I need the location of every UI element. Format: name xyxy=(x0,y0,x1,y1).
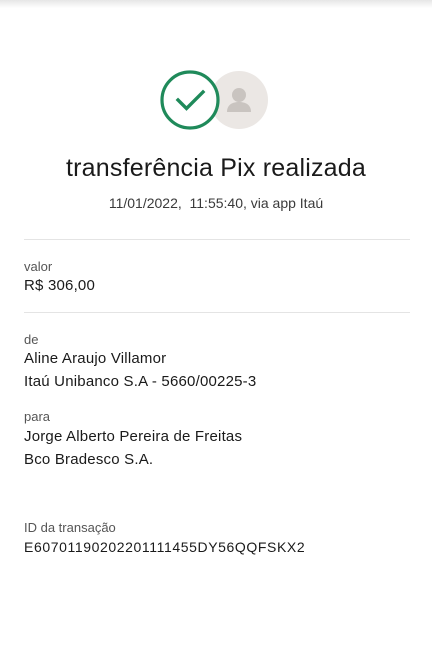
transaction-id-value[interactable]: E60701190202201111455DY56QQFSKX2 xyxy=(24,539,305,555)
transfer-datetime: 11/01/2022, 11:55:40, via app Itaú xyxy=(108,195,324,211)
status-bar-shadow xyxy=(0,0,432,8)
sender-name: Aline Araujo Villamor xyxy=(24,350,167,367)
page-title: transferência Pix realizada xyxy=(66,154,366,182)
recipient-bank: Bco Bradesco S.A. xyxy=(24,451,154,468)
recipient-label: para xyxy=(24,409,51,424)
amount-label: valor xyxy=(24,259,53,274)
recipient-name: Jorge Alberto Pereira de Freitas xyxy=(24,428,243,445)
check-circle-icon xyxy=(160,70,220,130)
status-icons xyxy=(160,70,270,132)
divider xyxy=(24,239,410,240)
transaction-id-label: ID da transação xyxy=(24,520,116,535)
sender-bank: Itaú Unibanco S.A - 5660/00225-3 xyxy=(24,373,257,390)
divider xyxy=(24,312,410,313)
sender-label: de xyxy=(24,332,39,347)
pix-receipt-screen: transferência Pix realizada 11/01/2022, … xyxy=(0,0,432,648)
amount-value: R$ 306,00 xyxy=(24,277,96,294)
